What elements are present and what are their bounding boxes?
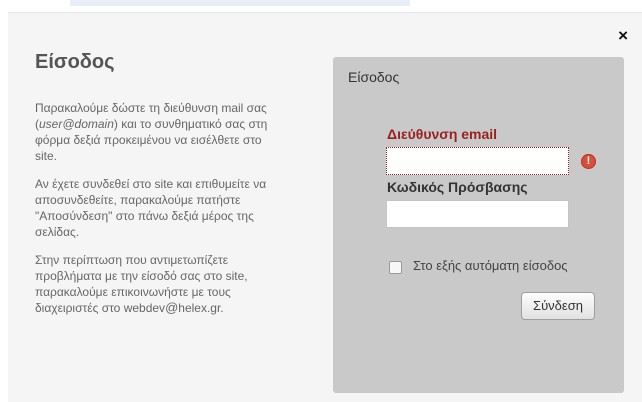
page-title: Είσοδος [35,51,115,73]
login-modal: × Είσοδος Παρακαλούμε δώστε τη διεύθυνση… [8,12,642,402]
email-format-hint: user@domain [39,117,114,131]
background-bar [70,0,410,6]
remember-me-label[interactable]: Στο εξής αυτόματη είσοδος [413,258,568,273]
login-form-panel: Είσοδος Διεύθυνση email ! Κωδικός Πρόσβα… [333,57,624,393]
text-line: σελίδας. [35,225,80,239]
close-icon[interactable]: × [618,27,628,44]
text-line: site. [35,149,58,163]
text-line: Παρακαλούμε δώστε τη διεύθυνση mail σας [35,101,267,115]
logout-paragraph: Αν έχετε συνδεθεί στο site και επιθυμείτ… [35,176,325,240]
instructions-paragraph: Παρακαλούμε δώστε τη διεύθυνση mail σας … [35,101,268,163]
text-line: "Αποσύνδεση" στο πάνω δεξιά μέρος της [35,209,254,223]
email-field[interactable] [386,147,569,175]
text-line: αποσυνδεθείτε, παρακαλούμε πατήστε [35,193,241,207]
text-line: Αν έχετε συνδεθεί στο site και επιθυμείτ… [35,177,267,191]
text-line: φόρμα δεξιά προκειμένου να εισέλθετε στο [35,133,262,147]
password-field[interactable] [386,200,569,228]
text-line: προβλήματα με την είσοδό σας στο site, [35,269,248,283]
text-line: ) και το συνθηματικό σας στη [113,117,268,131]
remember-me-checkbox[interactable] [389,261,402,274]
password-label: Κωδικός Πρόσβασης [387,179,528,195]
at-sign: @ [165,300,179,315]
support-paragraph: Στην περίπτωση που αντιμετωπίζετε προβλή… [35,252,325,316]
text-line: παρακαλούμε επικοινωνήστε με τους [35,285,231,299]
info-column: Είσοδος Παρακαλούμε δώστε τη διεύθυνση m… [35,51,325,328]
login-button[interactable]: Σύνδεση [521,292,595,320]
error-icon: ! [581,154,596,169]
text-line: helex.gr. [178,301,224,315]
form-title: Είσοδος [348,69,400,85]
email-label: Διεύθυνση email [387,126,498,142]
background-strip [0,0,642,10]
text-line: Στην περίπτωση που αντιμετωπίζετε [35,253,229,267]
text-line: διαχειριστές στο webdev [35,301,166,315]
